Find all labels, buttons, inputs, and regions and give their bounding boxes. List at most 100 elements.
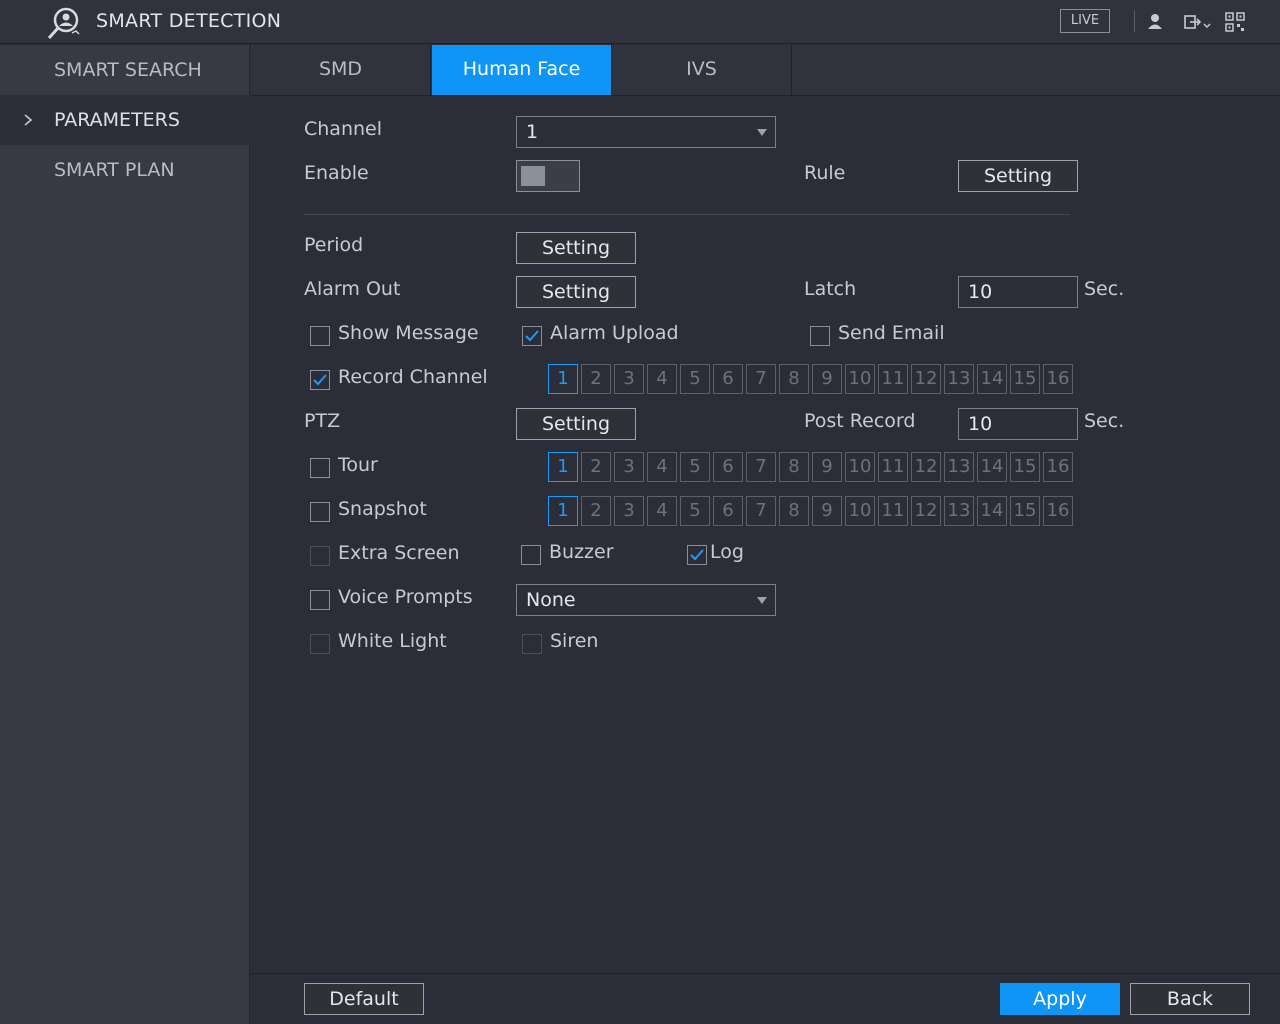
channel-4-button[interactable]: 4: [647, 364, 677, 394]
alarm-upload-checkbox[interactable]: [522, 326, 542, 346]
logout-icon[interactable]: [1183, 12, 1213, 32]
log-label: Log: [710, 541, 744, 563]
channel-15-button[interactable]: 15: [1010, 496, 1040, 526]
channel-8-button[interactable]: 8: [779, 496, 809, 526]
channel-12-button[interactable]: 12: [911, 364, 941, 394]
channel-9-button[interactable]: 9: [812, 496, 842, 526]
live-button[interactable]: LIVE: [1060, 9, 1110, 33]
channel-6-button[interactable]: 6: [713, 452, 743, 482]
buzzer-checkbox[interactable]: [521, 545, 541, 565]
channel-3-button[interactable]: 3: [614, 364, 644, 394]
latch-input[interactable]: 10: [958, 276, 1078, 308]
show-message-checkbox[interactable]: [310, 326, 330, 346]
tab-human-face[interactable]: Human Face: [432, 45, 612, 95]
footer-divider: [251, 973, 1280, 974]
channel-16-button[interactable]: 16: [1043, 452, 1073, 482]
channel-9-button[interactable]: 9: [812, 364, 842, 394]
voice-prompts-label: Voice Prompts: [338, 586, 473, 608]
channel-13-button[interactable]: 13: [944, 496, 974, 526]
latch-label: Latch: [804, 278, 857, 300]
record-channel-label: Record Channel: [338, 366, 488, 388]
channel-4-button[interactable]: 4: [647, 496, 677, 526]
extra-screen-checkbox[interactable]: [310, 546, 330, 566]
rule-setting-button[interactable]: Setting: [958, 160, 1078, 192]
voice-prompts-value: None: [526, 589, 576, 611]
channel-12-button[interactable]: 12: [911, 452, 941, 482]
channel-10-button[interactable]: 10: [845, 452, 875, 482]
channel-8-button[interactable]: 8: [779, 364, 809, 394]
channel-5-button[interactable]: 5: [680, 452, 710, 482]
period-setting-button[interactable]: Setting: [516, 232, 636, 264]
channel-1-button[interactable]: 1: [548, 496, 578, 526]
send-email-checkbox[interactable]: [810, 326, 830, 346]
user-icon[interactable]: [1145, 12, 1165, 32]
channel-3-button[interactable]: 3: [614, 496, 644, 526]
channel-14-button[interactable]: 14: [977, 496, 1007, 526]
channel-13-button[interactable]: 13: [944, 452, 974, 482]
back-button[interactable]: Back: [1130, 983, 1250, 1015]
channel-11-button[interactable]: 11: [878, 496, 908, 526]
channel-6-button[interactable]: 6: [713, 496, 743, 526]
voice-prompts-select[interactable]: None: [516, 584, 776, 616]
channel-6-button[interactable]: 6: [713, 364, 743, 394]
ptz-setting-button[interactable]: Setting: [516, 408, 636, 440]
channel-10-button[interactable]: 10: [845, 364, 875, 394]
channel-7-button[interactable]: 7: [746, 496, 776, 526]
tour-label: Tour: [338, 454, 378, 476]
channel-15-button[interactable]: 15: [1010, 364, 1040, 394]
tab-bar: SMD Human Face IVS: [251, 45, 1280, 96]
channel-15-button[interactable]: 15: [1010, 452, 1040, 482]
enable-toggle[interactable]: [516, 160, 580, 192]
sidebar-item-smart-search[interactable]: SMART SEARCH: [0, 45, 250, 95]
channel-5-button[interactable]: 5: [680, 496, 710, 526]
tour-checkbox[interactable]: [310, 458, 330, 478]
channel-7-button[interactable]: 7: [746, 364, 776, 394]
channel-16-button[interactable]: 16: [1043, 364, 1073, 394]
qr-code-icon[interactable]: [1225, 12, 1245, 32]
channel-1-button[interactable]: 1: [548, 452, 578, 482]
channel-7-button[interactable]: 7: [746, 452, 776, 482]
channel-3-button[interactable]: 3: [614, 452, 644, 482]
channel-select[interactable]: 1: [516, 116, 776, 148]
channel-2-button[interactable]: 2: [581, 364, 611, 394]
alarm-out-setting-button[interactable]: Setting: [516, 276, 636, 308]
alarm-out-label: Alarm Out: [304, 278, 401, 300]
extra-screen-label: Extra Screen: [338, 542, 460, 564]
sidebar-item-smart-plan[interactable]: SMART PLAN: [0, 145, 250, 195]
tab-smd[interactable]: SMD: [251, 45, 431, 95]
channel-16-button[interactable]: 16: [1043, 496, 1073, 526]
siren-checkbox[interactable]: [522, 634, 542, 654]
post-record-input[interactable]: 10: [958, 408, 1078, 440]
channel-14-button[interactable]: 14: [977, 452, 1007, 482]
alarm-upload-label: Alarm Upload: [550, 322, 679, 344]
channel-10-button[interactable]: 10: [845, 496, 875, 526]
record-channel-checkbox[interactable]: [310, 370, 330, 390]
section-divider: [304, 214, 1070, 215]
white-light-checkbox[interactable]: [310, 634, 330, 654]
ptz-label: PTZ: [304, 410, 341, 432]
tab-ivs[interactable]: IVS: [612, 45, 792, 95]
channel-2-button[interactable]: 2: [581, 452, 611, 482]
channel-2-button[interactable]: 2: [581, 496, 611, 526]
channel-11-button[interactable]: 11: [878, 364, 908, 394]
channel-13-button[interactable]: 13: [944, 364, 974, 394]
rule-label: Rule: [804, 162, 846, 184]
apply-button[interactable]: Apply: [1000, 983, 1120, 1015]
sidebar: SMART SEARCH PARAMETERS SMART PLAN: [0, 45, 250, 1024]
channel-1-button[interactable]: 1: [548, 364, 578, 394]
channel-11-button[interactable]: 11: [878, 452, 908, 482]
header-divider: [1134, 10, 1135, 32]
default-button[interactable]: Default: [304, 983, 424, 1015]
sidebar-item-label: SMART SEARCH: [54, 59, 202, 81]
channel-12-button[interactable]: 12: [911, 496, 941, 526]
log-checkbox[interactable]: [687, 545, 707, 565]
voice-prompts-checkbox[interactable]: [310, 590, 330, 610]
channel-9-button[interactable]: 9: [812, 452, 842, 482]
channel-14-button[interactable]: 14: [977, 364, 1007, 394]
channel-4-button[interactable]: 4: [647, 452, 677, 482]
sidebar-item-parameters[interactable]: PARAMETERS: [0, 95, 250, 145]
snapshot-checkbox[interactable]: [310, 502, 330, 522]
chevron-right-icon: [24, 114, 33, 126]
channel-5-button[interactable]: 5: [680, 364, 710, 394]
channel-8-button[interactable]: 8: [779, 452, 809, 482]
